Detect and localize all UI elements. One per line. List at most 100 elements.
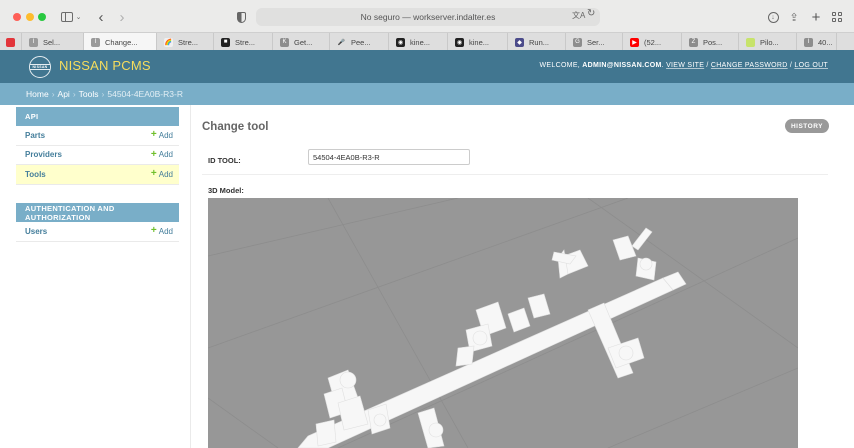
- site-name[interactable]: NISSAN PCMS: [59, 58, 151, 73]
- browser-tab[interactable]: G Ser...: [566, 33, 623, 51]
- admin-page: NISSAN NISSAN PCMS WELCOME, ADMIN@NISSAN…: [0, 50, 854, 448]
- tool-model: [297, 227, 687, 448]
- address-text: No seguro — workserver.indalter.es: [360, 12, 496, 22]
- plus-icon: +: [150, 148, 157, 160]
- zoom-window-button[interactable]: [38, 13, 46, 21]
- tab-label: Pee...: [351, 37, 371, 47]
- favicon-icon: G: [573, 37, 582, 47]
- user-tools: WELCOME, ADMIN@NISSAN.COM. VIEW SITE / C…: [539, 62, 828, 69]
- browser-tab[interactable]: ◆ Run...: [508, 33, 566, 51]
- minimize-window-button[interactable]: [26, 13, 34, 21]
- tab-label: Pos...: [703, 37, 723, 47]
- model-3d-viewer[interactable]: [208, 198, 798, 448]
- browser-toolbar: ⌄ ‹ › No seguro — workserver.indalter.es…: [0, 0, 854, 51]
- sidebar-toggle-icon[interactable]: ⌄: [59, 9, 83, 25]
- welcome-text: WELCOME,: [539, 62, 581, 69]
- form-row-id-tool: ID TOOL:: [202, 147, 828, 175]
- add-tools-link[interactable]: + Add: [151, 169, 173, 179]
- breadcrumb-separator: ›: [51, 89, 55, 99]
- browser-tab[interactable]: Pilo...: [739, 33, 797, 51]
- user-tools-separator: /: [789, 62, 793, 69]
- browser-tab[interactable]: I Sel...: [22, 33, 84, 51]
- tab-label: 40...: [818, 37, 833, 47]
- privacy-shield-icon[interactable]: [234, 9, 248, 25]
- browser-tab[interactable]: ■ Stre...: [214, 33, 273, 51]
- favicon-icon: [6, 37, 15, 47]
- tab-label: Run...: [529, 37, 550, 47]
- tab-overview-icon[interactable]: [830, 9, 844, 25]
- plus-icon: +: [150, 168, 157, 180]
- favicon-icon: K: [280, 37, 289, 47]
- tab-label: (52...: [644, 37, 662, 47]
- breadcrumb-model[interactable]: Tools: [79, 89, 99, 99]
- sidebar-item-providers: Providers + Add: [16, 146, 179, 165]
- favicon-icon: ◆: [515, 37, 524, 47]
- favicon-icon: ■: [221, 37, 230, 47]
- favicon-icon: Z: [689, 37, 698, 47]
- module-caption-auth[interactable]: AUTHENTICATION AND AUTHORIZATION: [16, 203, 179, 222]
- breadcrumb-separator: ›: [72, 89, 76, 99]
- browser-tab[interactable]: ▶ (52...: [623, 33, 682, 51]
- username: ADMIN@NISSAN.COM: [582, 62, 662, 69]
- close-window-button[interactable]: [13, 13, 21, 21]
- forward-arrow-icon[interactable]: ›: [115, 9, 129, 26]
- add-label: Add: [158, 130, 173, 140]
- favicon-icon: 🎤: [337, 37, 346, 47]
- add-label: Add: [158, 169, 173, 179]
- browser-tab[interactable]: ◉ kine...: [448, 33, 508, 51]
- new-tab-icon[interactable]: +: [809, 9, 823, 26]
- id-tool-input[interactable]: [308, 149, 470, 165]
- breadcrumb-home[interactable]: Home: [26, 89, 49, 99]
- page-title: Change tool: [202, 121, 269, 133]
- address-bar[interactable]: No seguro — workserver.indalter.es: [256, 8, 600, 26]
- favicon-icon: ▶: [630, 37, 639, 47]
- translate-icon[interactable]: 文A: [572, 10, 585, 21]
- back-arrow-icon[interactable]: ‹: [94, 9, 108, 26]
- favicon-icon: ◉: [455, 37, 464, 47]
- model-link-tools[interactable]: Tools: [25, 170, 46, 179]
- nav-sidebar: API Parts + Add Providers + Add Tools + Add…: [0, 105, 191, 448]
- download-icon[interactable]: ↓: [766, 9, 780, 25]
- favicon-icon: I: [804, 37, 813, 47]
- module-auth: AUTHENTICATION AND AUTHORIZATION Users +…: [16, 203, 179, 242]
- model-link-providers[interactable]: Providers: [25, 150, 62, 159]
- browser-tab[interactable]: ◉ kine...: [389, 33, 448, 51]
- sidebar-item-users: Users + Add: [16, 222, 179, 242]
- add-users-link[interactable]: + Add: [151, 226, 173, 236]
- view-site-link[interactable]: VIEW SITE: [666, 62, 704, 69]
- browser-tab[interactable]: 🌈 Stre...: [157, 33, 214, 51]
- add-label: Add: [158, 226, 173, 236]
- change-password-link[interactable]: CHANGE PASSWORD: [711, 62, 788, 69]
- module-caption-api[interactable]: API: [16, 107, 179, 126]
- breadcrumb-app[interactable]: Api: [58, 89, 70, 99]
- tab-label: Sel...: [43, 37, 61, 47]
- model-link-users[interactable]: Users: [25, 227, 47, 236]
- add-providers-link[interactable]: + Add: [150, 148, 173, 160]
- model-3d-label: 3D Model:: [208, 186, 244, 195]
- browser-tab[interactable]: Z Pos...: [682, 33, 739, 51]
- share-icon[interactable]: ⇪: [787, 9, 801, 25]
- browser-tab[interactable]: I Change...: [84, 33, 157, 51]
- sidebar-item-tools: Tools + Add: [16, 165, 179, 185]
- favicon-icon: I: [91, 37, 100, 47]
- user-tools-separator: /: [706, 62, 709, 69]
- browser-tab[interactable]: K Get...: [273, 33, 330, 51]
- add-parts-link[interactable]: + Add: [151, 130, 173, 140]
- nissan-logo-icon: NISSAN: [29, 56, 51, 78]
- browser-tab[interactable]: I 40...: [797, 33, 837, 51]
- reload-icon[interactable]: ↻: [587, 8, 595, 19]
- model-link-parts[interactable]: Parts: [25, 131, 45, 140]
- breadcrumb: Home › Api › Tools › 54504-4EA0B-R3-R: [0, 83, 854, 105]
- breadcrumb-separator: ›: [101, 89, 105, 99]
- logo-text: NISSAN: [30, 64, 50, 70]
- plus-icon: +: [150, 225, 157, 237]
- content-main: Change tool HISTORY ID TOOL: 3D Model:: [191, 105, 854, 448]
- browser-tab[interactable]: 🎤 Pee...: [330, 33, 389, 51]
- pinned-tab[interactable]: [0, 33, 22, 51]
- log-out-link[interactable]: LOG OUT: [794, 62, 828, 69]
- tab-label: Stre...: [235, 37, 256, 47]
- breadcrumb-current: 54504-4EA0B-R3-R: [107, 89, 183, 99]
- sidebar-item-parts: Parts + Add: [16, 126, 179, 146]
- history-button[interactable]: HISTORY: [785, 119, 829, 133]
- favicon-icon: ◉: [396, 37, 405, 47]
